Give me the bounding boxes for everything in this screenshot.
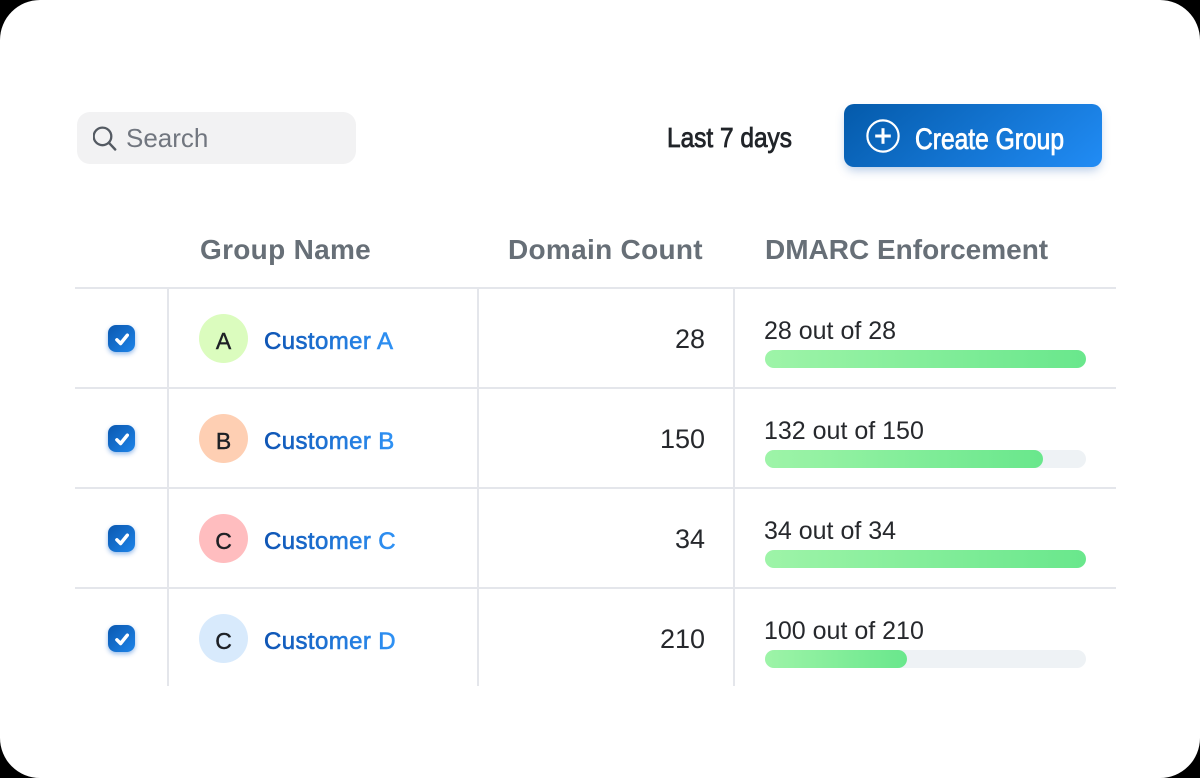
svg-text:Customer B: Customer B [264,428,395,455]
svg-text:Create Group: Create Group [915,123,1064,156]
svg-text:Last 7 days: Last 7 days [667,122,792,153]
svg-text:Customer D: Customer D [264,628,396,655]
svg-text:Customer C: Customer C [264,528,396,555]
svg-text:Customer A: Customer A [264,328,393,355]
